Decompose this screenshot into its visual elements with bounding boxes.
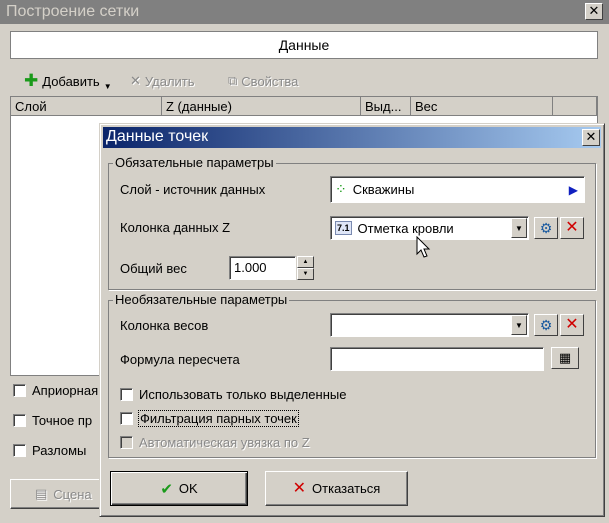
apriori-label: Априорная [32, 383, 99, 398]
mouse-cursor-icon [416, 236, 431, 258]
wells-icon: ⁘ [335, 181, 347, 197]
weights-column-dropdown-button[interactable]: ▼ [511, 315, 527, 335]
dialog-title-bar: Данные точек [103, 127, 601, 148]
apriori-checkbox[interactable] [13, 384, 26, 397]
optional-params-legend: Необязательные параметры [113, 292, 290, 307]
checkmark-icon: ✔ [160, 480, 173, 498]
outer-title-bar: Построение сетки [0, 0, 609, 24]
auto-link-label: Автоматическая увязка по Z [139, 435, 310, 450]
use-selected-checkbox[interactable] [120, 388, 133, 401]
weights-column-clear-button[interactable]: ✕ [560, 314, 584, 336]
source-layer-label: Слой - источник данных [120, 182, 266, 197]
clear-icon: ✕ [565, 219, 579, 236]
use-selected-option[interactable]: Использовать только выделенные [120, 387, 346, 402]
chevron-down-icon: ▼ [103, 81, 112, 91]
chevron-down-icon: ▼ [515, 320, 523, 330]
close-icon: ✕ [585, 129, 597, 144]
cancel-icon: ✕ [292, 479, 307, 497]
calendar-icon: ▦ [558, 350, 572, 365]
cancel-button-label: Отказаться [312, 481, 381, 496]
scenario-button-label: Сцена [53, 486, 92, 502]
exact-checkbox[interactable] [13, 414, 26, 427]
clear-icon: ✕ [565, 316, 579, 333]
outer-toolbar: ✚ Добавить ▼ ✕ Удалить ⧉ Свойства [10, 66, 598, 94]
z-column-dropdown-button[interactable]: ▼ [511, 218, 527, 238]
exact-option[interactable]: Точное пр [13, 413, 92, 428]
ok-button-label: OK [178, 481, 198, 496]
formula-input[interactable] [330, 347, 544, 371]
properties-button-label: Свойства [241, 73, 299, 89]
faults-checkbox[interactable] [13, 444, 26, 457]
weight-value: 1.000 [234, 260, 267, 275]
formula-label: Формула пересчета [120, 352, 240, 367]
data-header-label: Данные [278, 37, 330, 53]
column-header-weight[interactable]: Вес [411, 97, 553, 116]
filter-pairs-checkbox[interactable] [120, 412, 133, 425]
scenario-button[interactable]: ▤ Сцена [10, 479, 110, 509]
column-header-filler [553, 97, 597, 116]
data-header: Данные [10, 31, 598, 59]
arrow-right-icon: ▶ [568, 182, 578, 197]
spin-up-button[interactable]: ▲ [297, 256, 314, 268]
z-column-value: Отметка кровли [357, 220, 454, 236]
weights-column-select[interactable]: ▼ [330, 313, 529, 337]
z-column-clear-button[interactable]: ✕ [560, 217, 584, 239]
delete-button[interactable]: ✕ Удалить [130, 72, 195, 90]
chevron-down-icon: ▼ [302, 271, 309, 277]
weight-label: Общий вес [120, 261, 187, 276]
weights-column-pick-button[interactable]: ⚙ [534, 314, 558, 336]
chevron-up-icon: ▲ [302, 259, 309, 265]
scenario-icon: ▤ [35, 486, 48, 501]
auto-link-checkbox[interactable] [120, 436, 133, 449]
z-column-label: Колонка данных Z [120, 220, 231, 235]
filter-pairs-option[interactable]: Фильтрация парных точек [120, 410, 299, 427]
plus-icon: ✚ [24, 71, 39, 90]
source-layer-value: Скважины [352, 182, 415, 197]
spin-down-button[interactable]: ▼ [297, 268, 314, 280]
formula-editor-button[interactable]: ▦ [551, 347, 579, 369]
numeric-column-icon: 7.1 [335, 221, 352, 235]
column-header-layer[interactable]: Слой [11, 97, 162, 116]
auto-link-option[interactable]: Автоматическая увязка по Z [120, 435, 310, 450]
z-column-pick-button[interactable]: ⚙ [534, 217, 558, 239]
ok-button[interactable]: ✔ OK [110, 471, 248, 506]
properties-button[interactable]: ⧉ Свойства [228, 72, 298, 90]
filter-pairs-label: Фильтрация парных точек [138, 410, 299, 427]
faults-option[interactable]: Разломы [13, 443, 86, 458]
outer-close-button[interactable]: ✕ [585, 3, 603, 20]
required-params-legend: Обязательные параметры [113, 155, 276, 170]
dialog-close-button[interactable]: ✕ [582, 129, 600, 146]
points-data-dialog: Данные точек ✕ Обязательные параметры Сл… [99, 123, 605, 517]
faults-label: Разломы [32, 443, 87, 458]
use-selected-label: Использовать только выделенные [139, 387, 347, 402]
outer-window-title: Построение сетки [6, 3, 140, 20]
column-picker-icon: ⚙ [539, 316, 553, 333]
weights-column-label: Колонка весов [120, 318, 209, 333]
exact-label: Точное пр [32, 413, 93, 428]
column-picker-icon: ⚙ [539, 219, 553, 236]
add-button-label: Добавить [42, 73, 100, 89]
cancel-button[interactable]: ✕ Отказаться [265, 471, 408, 506]
close-icon: ✕ [588, 3, 600, 18]
source-layer-field[interactable]: ⁘ Скважины ▶ [330, 176, 585, 203]
add-button[interactable]: ✚ Добавить ▼ [24, 71, 112, 91]
column-header-selected[interactable]: Выд... [361, 97, 411, 116]
delete-icon: ✕ [130, 73, 141, 88]
weight-spinner[interactable]: ▲ ▼ [297, 256, 314, 280]
properties-icon: ⧉ [228, 73, 238, 88]
weight-input[interactable]: 1.000 [229, 256, 296, 280]
column-header-z[interactable]: Z (данные) [162, 97, 361, 116]
dialog-title: Данные точек [106, 128, 209, 145]
chevron-down-icon: ▼ [515, 223, 523, 233]
apriori-option[interactable]: Априорная [13, 383, 98, 398]
delete-button-label: Удалить [144, 73, 195, 89]
